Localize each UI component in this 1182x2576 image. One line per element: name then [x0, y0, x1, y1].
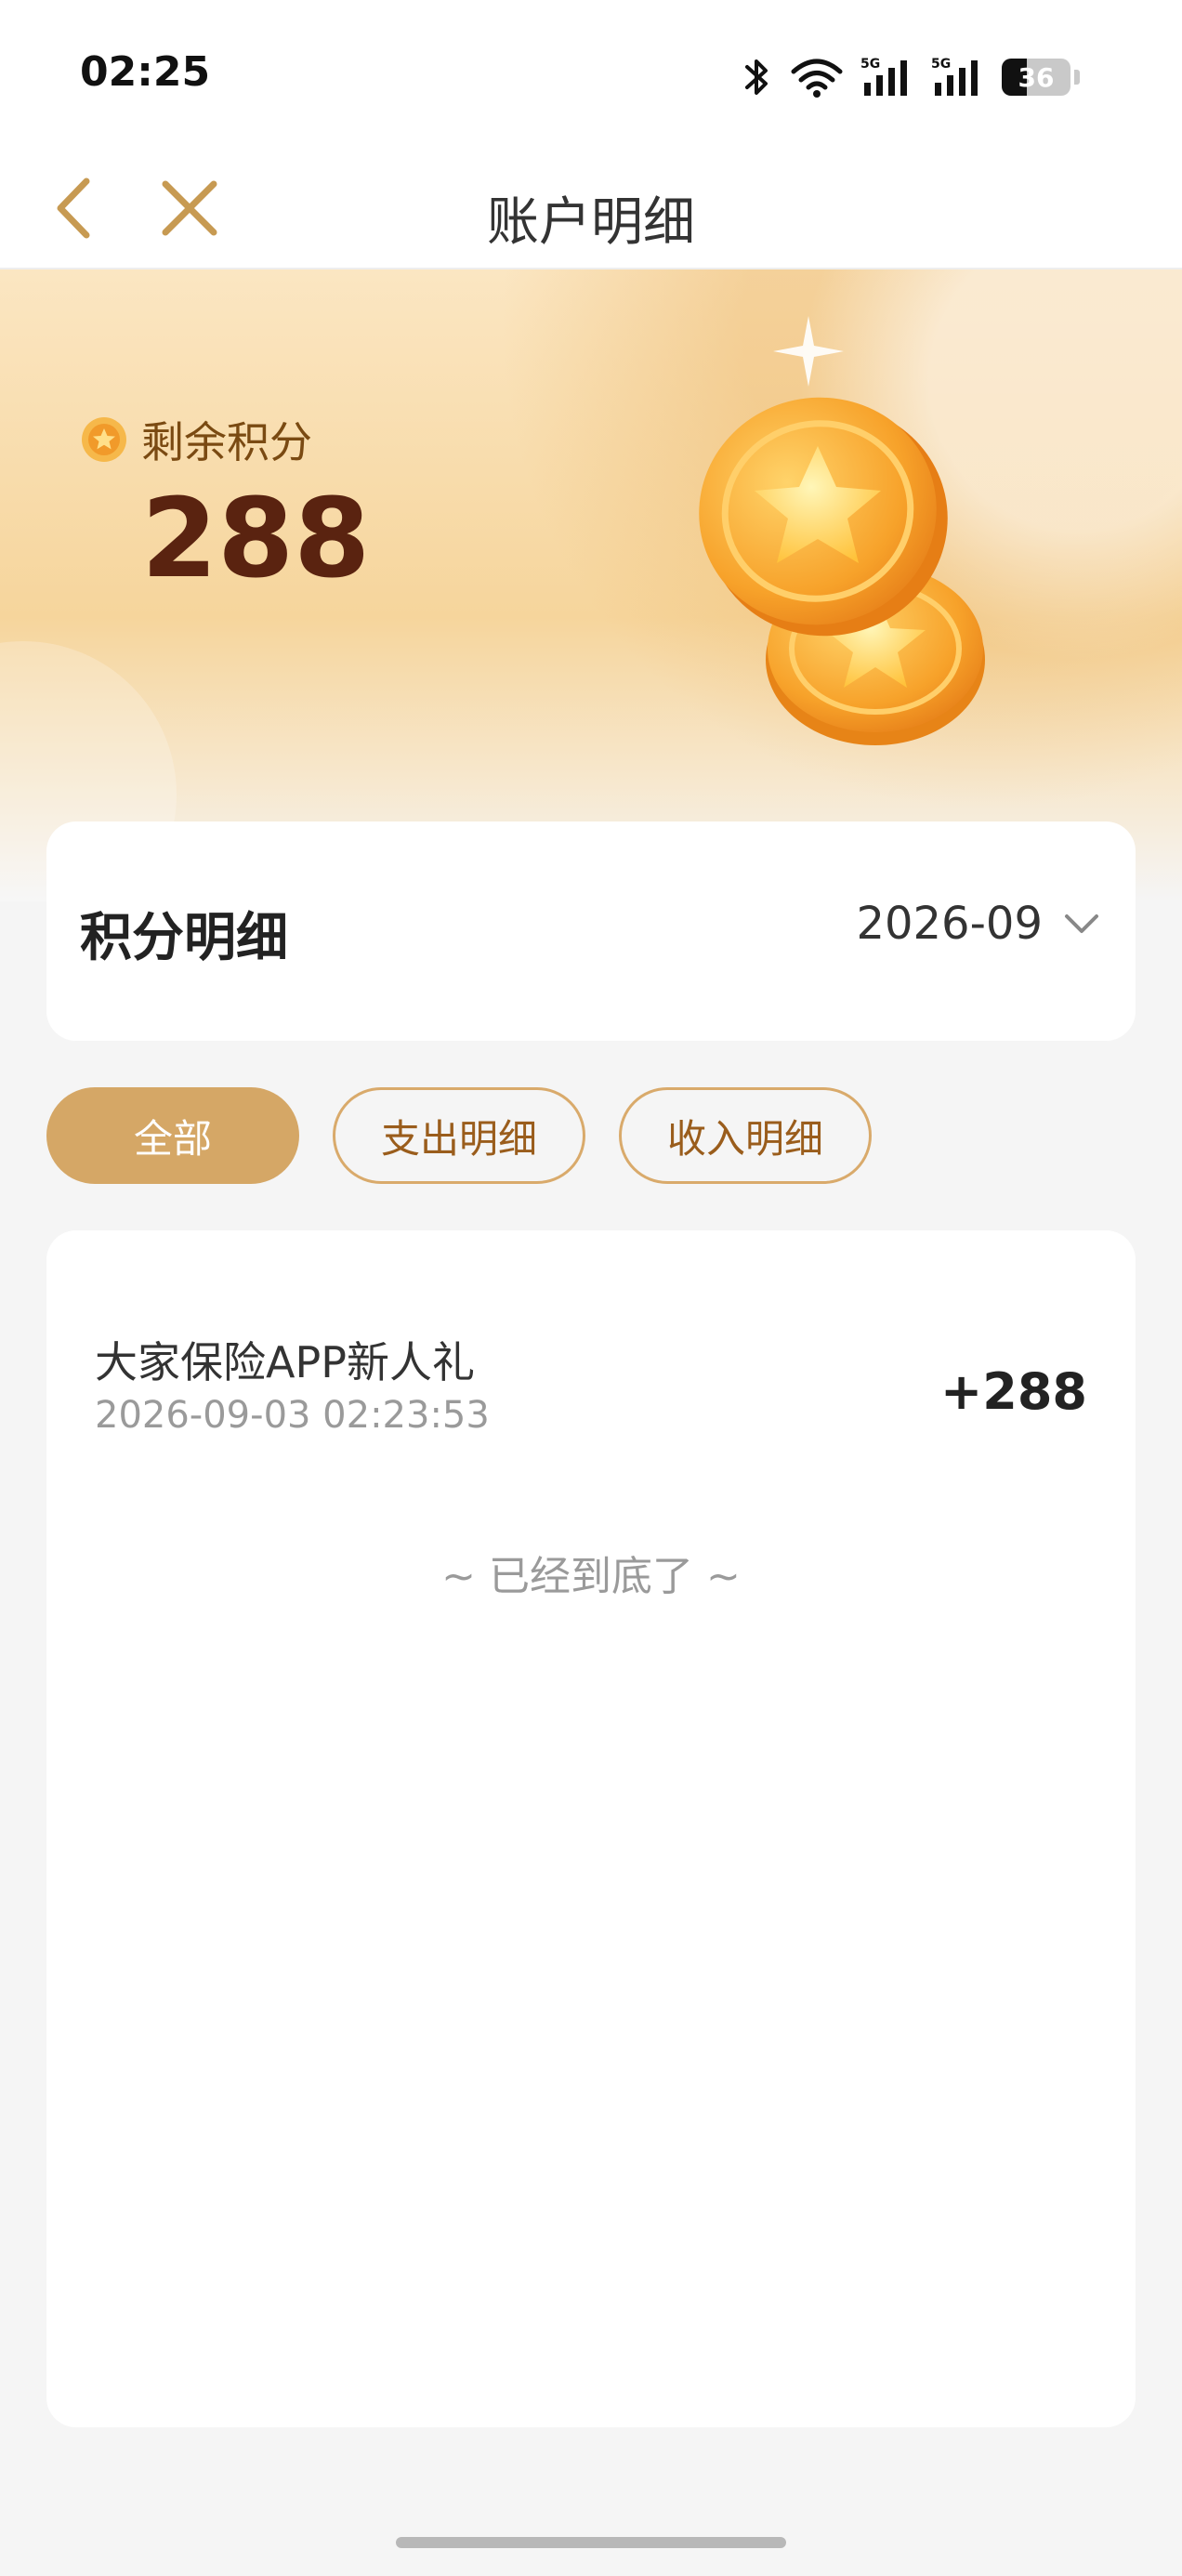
- points-label-text: 剩余积分: [141, 417, 312, 467]
- points-detail-card: 积分明细 2026-09: [46, 821, 1136, 1041]
- coins-illustration: [699, 316, 985, 745]
- page: 02:25 5G 5G 36 账户明细 剩余积分 288 积分明细 2026-0…: [0, 0, 1182, 2576]
- home-indicator[interactable]: [396, 2537, 786, 2548]
- tab-all[interactable]: 全部: [46, 1087, 299, 1184]
- nav-bar: 账户明细: [0, 149, 1182, 269]
- tab-expense[interactable]: 支出明细: [333, 1087, 585, 1184]
- page-title: 账户明细: [487, 192, 695, 253]
- list-end-text: ~ 已经到底了 ~: [441, 1553, 741, 1600]
- signal-5g-icon: 5G: [931, 55, 985, 99]
- status-bar: 02:25 5G 5G 36: [0, 0, 1182, 149]
- wifi-icon: [790, 57, 844, 98]
- battery-cap: [1074, 70, 1080, 85]
- records-list: 大家保险APP新人礼 2026-09-03 02:23:53 +288 ~ 已经…: [46, 1230, 1136, 2427]
- list-item[interactable]: 大家保险APP新人礼 2026-09-03 02:23:53 +288: [95, 1329, 1087, 1468]
- bluetooth-icon: [742, 56, 773, 99]
- battery-icon: 36: [1002, 59, 1070, 96]
- month-selector[interactable]: 2026-09: [856, 898, 1100, 950]
- status-icons: 5G 5G 36: [742, 54, 1080, 100]
- chevron-down-icon: [1065, 914, 1098, 933]
- month-value: 2026-09: [856, 898, 1043, 950]
- battery-level: 36: [1018, 62, 1055, 93]
- svg-text:5G: 5G: [931, 57, 951, 72]
- points-label: 剩余积分: [80, 409, 312, 470]
- status-time: 02:25: [80, 48, 211, 96]
- coin-icon: [82, 417, 126, 462]
- filter-tabs: 全部 支出明细 收入明细: [46, 1087, 872, 1184]
- points-value: 288: [141, 474, 371, 602]
- signal-5g-icon: 5G: [860, 55, 914, 99]
- svg-text:5G: 5G: [860, 57, 880, 72]
- points-detail-title: 积分明细: [80, 908, 288, 968]
- record-title: 大家保险APP新人礼: [95, 1337, 475, 1387]
- tab-income[interactable]: 收入明细: [619, 1087, 872, 1184]
- record-time: 2026-09-03 02:23:53: [95, 1394, 490, 1437]
- points-banner: 剩余积分 288: [0, 269, 1182, 901]
- record-amount: +288: [940, 1362, 1087, 1421]
